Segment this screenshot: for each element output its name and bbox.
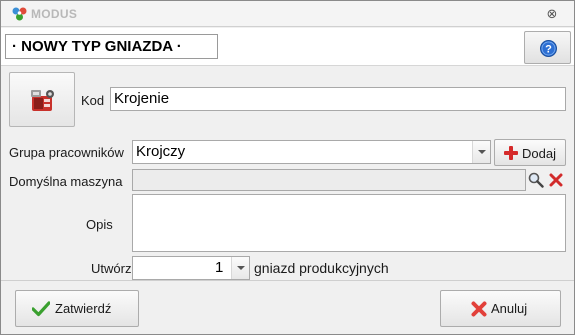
type-icon-button[interactable]	[9, 72, 75, 127]
kod-label: Kod	[81, 93, 105, 108]
grupa-select[interactable]: Krojczy	[132, 140, 491, 164]
grupa-label: Grupa pracowników	[9, 145, 124, 160]
confirm-label: Zatwierdź	[55, 301, 112, 316]
confirm-button[interactable]: Zatwierdź	[15, 290, 139, 327]
add-group-button[interactable]: Dodaj	[494, 139, 566, 166]
cancel-label: Anuluj	[491, 301, 528, 316]
opis-textarea[interactable]	[132, 194, 566, 252]
title-bar[interactable]: MODUS ⊗	[1, 1, 574, 27]
dialog-window: MODUS ⊗ · NOWY TYP GNIAZDA · ? Kod Kroje…	[0, 0, 575, 335]
app-title: MODUS	[31, 7, 78, 21]
opis-label: Opis	[86, 217, 113, 232]
maszyna-label: Domyślna maszyna	[9, 174, 123, 189]
clear-icon[interactable]	[549, 173, 563, 187]
workstation-icon	[31, 90, 54, 111]
cancel-button[interactable]: Anuluj	[440, 290, 561, 327]
help-icon: ?	[540, 40, 557, 57]
checkmark-icon	[32, 301, 50, 317]
header-band: · NOWY TYP GNIAZDA · ?	[1, 28, 574, 66]
kod-input[interactable]: Krojenie	[110, 87, 566, 111]
modus-logo-icon	[12, 7, 27, 21]
grupa-value: Krojczy	[136, 143, 186, 160]
grupa-dropdown-arrow[interactable]	[472, 141, 490, 163]
utworz-value: 1	[215, 259, 224, 276]
footer: Zatwierdź Anuluj	[1, 280, 574, 334]
cancel-x-icon	[471, 301, 487, 317]
help-button[interactable]: ?	[524, 31, 571, 64]
search-icon[interactable]	[528, 172, 544, 188]
close-button[interactable]: ⊗	[545, 7, 559, 21]
svg-text:?: ?	[545, 44, 552, 56]
form-title: · NOWY TYP GNIAZDA ·	[5, 34, 218, 59]
utworz-label: Utwórz	[91, 261, 132, 276]
utworz-suffix: gniazd produkcyjnych	[254, 260, 389, 276]
maszyna-input[interactable]	[132, 169, 526, 191]
add-group-label: Dodaj	[522, 146, 556, 161]
utworz-dropdown-arrow[interactable]	[231, 257, 249, 279]
utworz-stepper[interactable]: 1	[132, 256, 250, 280]
plus-icon	[504, 146, 518, 160]
